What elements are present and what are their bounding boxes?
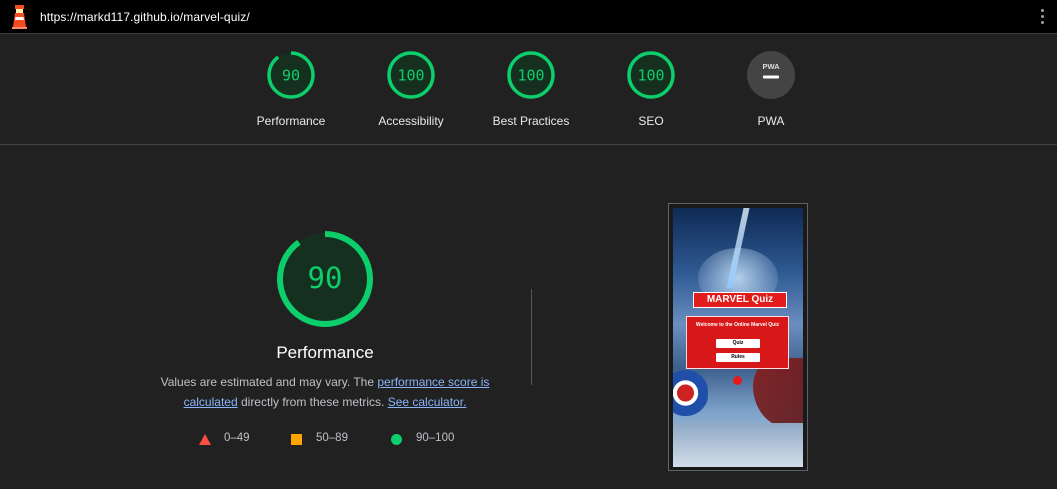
quiz-button: Quiz bbox=[716, 339, 760, 348]
square-icon bbox=[291, 434, 302, 445]
performance-description: Values are estimated and may vary. The p… bbox=[150, 372, 500, 412]
quiz-title: MARVEL Quiz bbox=[693, 292, 787, 308]
score-value: 100 bbox=[637, 67, 664, 85]
gauge-best-practices[interactable]: 100 Best Practices bbox=[471, 50, 591, 128]
welcome-text: Welcome to the Online Marvel Quiz bbox=[695, 322, 780, 328]
legend-range: 0–49 bbox=[224, 432, 250, 444]
city-image bbox=[673, 423, 803, 467]
lighthouse-logo-icon bbox=[12, 5, 27, 29]
rules-button: Rules bbox=[716, 353, 760, 362]
category-summary: 90 Performance 100 Accessibility 100 Bes… bbox=[0, 35, 1057, 145]
score-gauge: 100 bbox=[507, 51, 555, 99]
more-options-icon[interactable] bbox=[1039, 9, 1045, 25]
gauge-pwa[interactable]: PWA PWA bbox=[711, 50, 831, 128]
gauge-label: PWA bbox=[757, 114, 785, 128]
legend-range: 50–89 bbox=[316, 432, 348, 444]
see-calculator-link[interactable]: See calculator. bbox=[388, 395, 467, 409]
performance-score-value: 90 bbox=[308, 261, 343, 295]
home-icon bbox=[733, 376, 742, 385]
gauge-label: Best Practices bbox=[492, 114, 570, 128]
final-screenshot[interactable]: MARVEL Quiz Welcome to the Online Marvel… bbox=[668, 203, 808, 471]
gauge-label: Performance bbox=[256, 114, 326, 128]
score-gauge: 100 bbox=[627, 51, 675, 99]
screenshot-image: MARVEL Quiz Welcome to the Online Marvel… bbox=[673, 208, 803, 467]
welcome-box: Welcome to the Online Marvel Quiz Quiz R… bbox=[686, 316, 789, 369]
gauge-performance[interactable]: 90 Performance bbox=[231, 50, 351, 128]
performance-main-gauge: 90 Performance bbox=[145, 229, 505, 363]
legend-range: 90–100 bbox=[416, 432, 455, 444]
score-gauge: 100 bbox=[387, 51, 435, 99]
gauge-seo[interactable]: 100 SEO bbox=[591, 50, 711, 128]
score-gauge: 90 bbox=[267, 51, 315, 99]
gauge-label: Accessibility bbox=[378, 114, 444, 128]
circle-icon bbox=[391, 434, 402, 445]
score-value: 90 bbox=[282, 67, 300, 85]
gauge-accessibility[interactable]: 100 Accessibility bbox=[351, 50, 471, 128]
performance-score-gauge: 90 bbox=[277, 231, 373, 327]
score-value: 100 bbox=[517, 67, 544, 85]
gauge-label: SEO bbox=[638, 114, 664, 128]
triangle-icon bbox=[199, 434, 211, 445]
performance-title: Performance bbox=[276, 343, 374, 362]
description-text: Values are estimated and may vary. The bbox=[160, 375, 378, 389]
page-url: https://markd117.github.io/marvel-quiz/ bbox=[40, 10, 250, 24]
pwa-badge-icon: PWA bbox=[747, 51, 795, 99]
description-text: directly from these metrics. bbox=[237, 395, 388, 409]
score-value: 100 bbox=[397, 67, 424, 85]
pwa-badge-text: PWA bbox=[762, 62, 780, 71]
section-divider bbox=[531, 289, 532, 385]
top-bar: https://markd117.github.io/marvel-quiz/ bbox=[0, 0, 1057, 34]
